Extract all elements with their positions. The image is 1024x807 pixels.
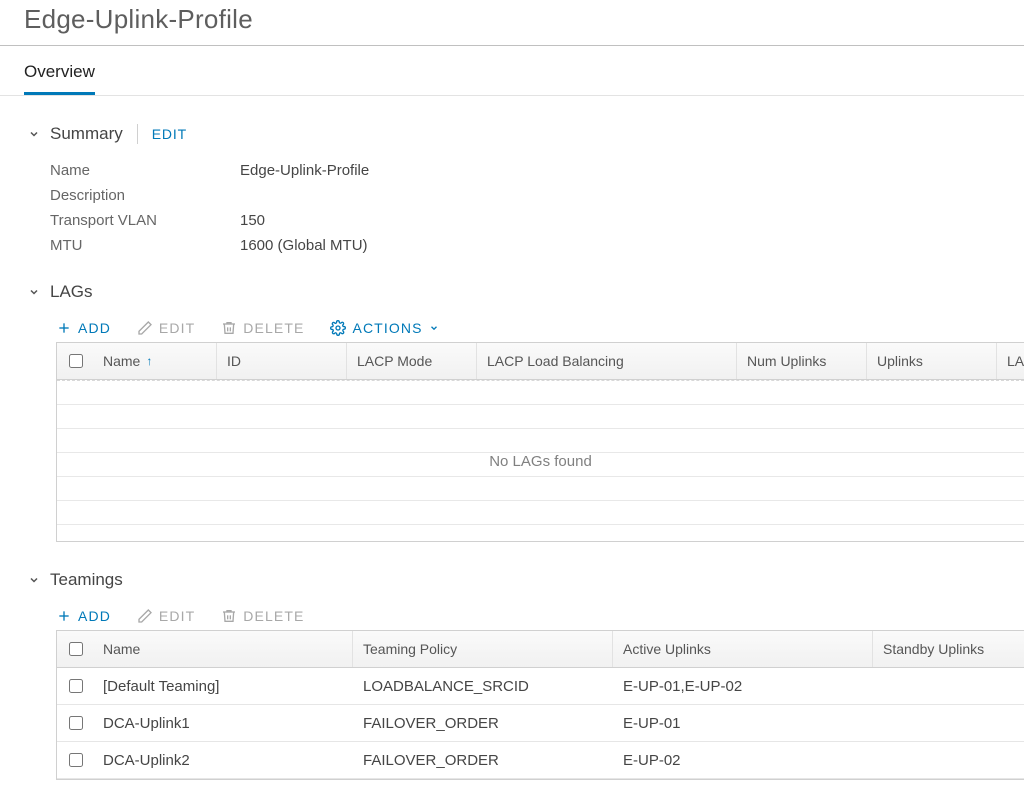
- lags-col-uplinks[interactable]: Uplinks: [867, 343, 997, 379]
- teamings-toolbar: ADD EDIT DELETE: [56, 608, 1024, 624]
- lags-toolbar: ADD EDIT DELETE ACTIONS: [56, 320, 1024, 336]
- teamings-add-button[interactable]: ADD: [56, 608, 111, 624]
- lags-delete-button: DELETE: [221, 320, 304, 336]
- summary-mtu-label: MTU: [50, 237, 240, 254]
- lags-col-lacp-lb[interactable]: LACP Load Balancing: [477, 343, 737, 379]
- table-row[interactable]: DCA-Uplink2FAILOVER_ORDERE-UP-02: [57, 742, 1024, 779]
- plus-icon: [56, 320, 72, 336]
- plus-icon: [56, 608, 72, 624]
- cell-name: DCA-Uplink1: [93, 705, 353, 741]
- teamings-heading: Teamings: [50, 570, 123, 590]
- lags-actions-button[interactable]: ACTIONS: [330, 320, 438, 336]
- lags-col-num-uplinks[interactable]: Num Uplinks: [737, 343, 867, 379]
- teamings-col-active[interactable]: Active Uplinks: [613, 631, 873, 667]
- title-divider: [0, 45, 1024, 46]
- teamings-add-label: ADD: [78, 608, 111, 624]
- pencil-icon: [137, 608, 153, 624]
- cell-standby: [873, 668, 1024, 704]
- lags-add-label: ADD: [78, 320, 111, 336]
- teamings-grid-body: [Default Teaming]LOADBALANCE_SRCIDE-UP-0…: [57, 668, 1024, 779]
- cell-name: [Default Teaming]: [93, 668, 353, 704]
- lags-grid-header: Name ↑ ID LACP Mode LACP Load Balancing …: [57, 343, 1024, 380]
- teamings-section: Teamings ADD EDIT DELETE: [24, 570, 1024, 780]
- summary-mtu-value: 1600 (Global MTU): [240, 237, 368, 254]
- teamings-edit-label: EDIT: [159, 608, 195, 624]
- trash-icon: [221, 608, 237, 624]
- chevron-down-icon[interactable]: [24, 128, 44, 140]
- lags-heading: LAGs: [50, 282, 93, 302]
- cell-name: DCA-Uplink2: [93, 742, 353, 778]
- lags-col-id[interactable]: ID: [217, 343, 347, 379]
- table-row[interactable]: DCA-Uplink1FAILOVER_ORDERE-UP-01: [57, 705, 1024, 742]
- column-label: Name: [103, 353, 140, 369]
- chevron-down-icon[interactable]: [24, 286, 44, 298]
- teamings-edit-button: EDIT: [137, 608, 195, 624]
- teamings-delete-button: DELETE: [221, 608, 304, 624]
- trash-icon: [221, 320, 237, 336]
- summary-heading: Summary: [50, 124, 123, 144]
- teamings-select-all-checkbox[interactable]: [69, 642, 83, 656]
- summary-tvlan-label: Transport VLAN: [50, 212, 240, 229]
- teamings-grid-header: Name Teaming Policy Active Uplinks Stand…: [57, 631, 1024, 668]
- lags-col-last[interactable]: LA: [997, 343, 1024, 379]
- summary-name-label: Name: [50, 162, 240, 179]
- divider: [137, 124, 138, 144]
- teamings-col-policy[interactable]: Teaming Policy: [353, 631, 613, 667]
- lags-select-all-checkbox[interactable]: [69, 354, 83, 368]
- cell-policy: LOADBALANCE_SRCID: [353, 668, 613, 704]
- teamings-col-name[interactable]: Name: [93, 631, 353, 667]
- summary-tvlan-value: 150: [240, 212, 265, 229]
- lags-grid: Name ↑ ID LACP Mode LACP Load Balancing …: [56, 342, 1024, 542]
- lags-delete-label: DELETE: [243, 320, 304, 336]
- cell-standby: [873, 742, 1024, 778]
- chevron-down-icon: [429, 320, 439, 336]
- cell-policy: FAILOVER_ORDER: [353, 705, 613, 741]
- lags-edit-label: EDIT: [159, 320, 195, 336]
- row-checkbox[interactable]: [69, 716, 83, 730]
- tab-overview[interactable]: Overview: [24, 56, 95, 95]
- lags-col-lacp-mode[interactable]: LACP Mode: [347, 343, 477, 379]
- lags-empty-message: No LAGs found: [57, 380, 1024, 541]
- teamings-delete-label: DELETE: [243, 608, 304, 624]
- lags-edit-button: EDIT: [137, 320, 195, 336]
- pencil-icon: [137, 320, 153, 336]
- page-title: Edge-Uplink-Profile: [24, 4, 1024, 35]
- cell-active: E-UP-02: [613, 742, 873, 778]
- teamings-grid: Name Teaming Policy Active Uplinks Stand…: [56, 630, 1024, 780]
- summary-edit-button[interactable]: EDIT: [152, 126, 187, 142]
- cell-active: E-UP-01: [613, 705, 873, 741]
- lags-col-name[interactable]: Name ↑: [93, 343, 217, 379]
- row-checkbox[interactable]: [69, 679, 83, 693]
- lags-add-button[interactable]: ADD: [56, 320, 111, 336]
- cell-active: E-UP-01,E-UP-02: [613, 668, 873, 704]
- cell-policy: FAILOVER_ORDER: [353, 742, 613, 778]
- gear-icon: [330, 320, 346, 336]
- lags-actions-label: ACTIONS: [352, 320, 422, 336]
- summary-section: Summary EDIT Name Edge-Uplink-Profile De…: [24, 124, 1024, 254]
- tab-bar: Overview: [0, 56, 1024, 96]
- summary-name-value: Edge-Uplink-Profile: [240, 162, 369, 179]
- cell-standby: [873, 705, 1024, 741]
- table-row[interactable]: [Default Teaming]LOADBALANCE_SRCIDE-UP-0…: [57, 668, 1024, 705]
- row-checkbox[interactable]: [69, 753, 83, 767]
- summary-description-label: Description: [50, 187, 240, 204]
- lags-section: LAGs ADD EDIT DELETE: [24, 282, 1024, 542]
- chevron-down-icon[interactable]: [24, 574, 44, 586]
- teamings-col-standby[interactable]: Standby Uplinks: [873, 631, 1024, 667]
- sort-asc-icon: ↑: [146, 354, 152, 368]
